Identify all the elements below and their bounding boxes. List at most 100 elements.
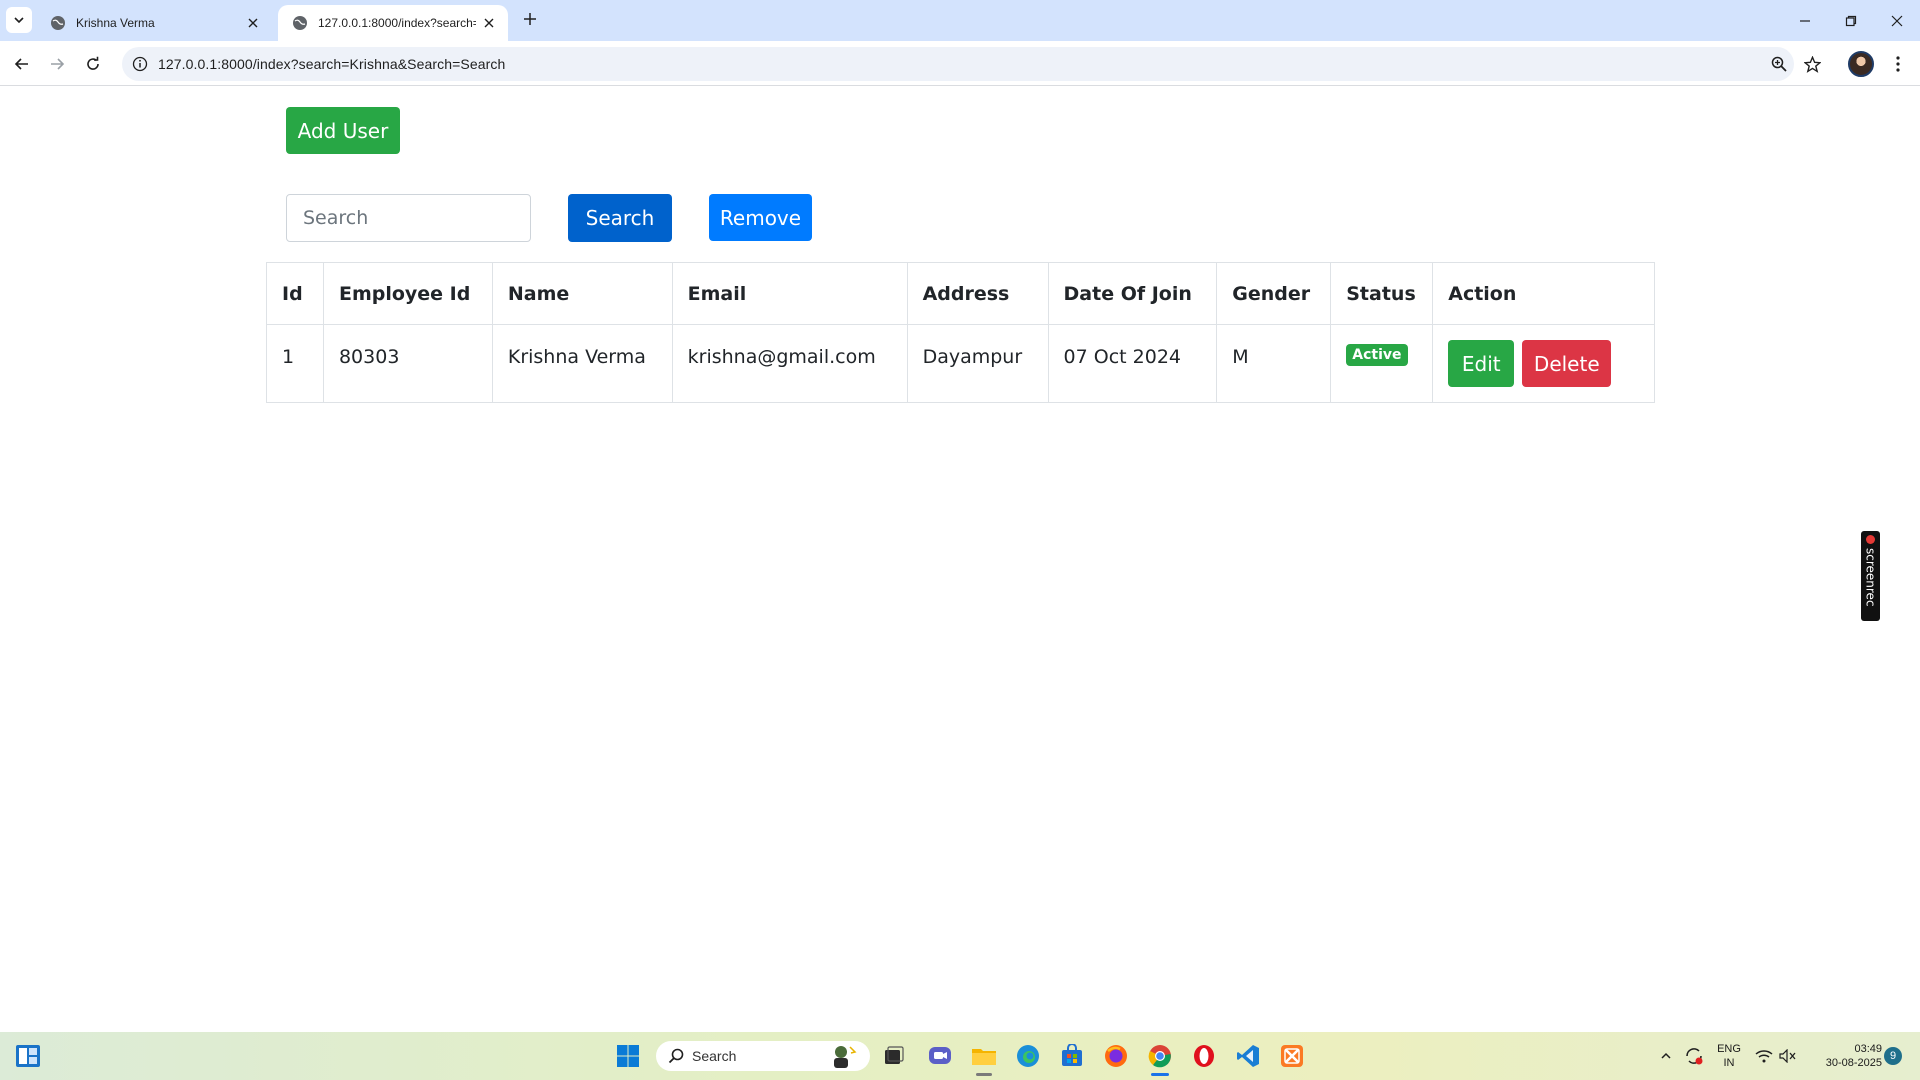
browser-tabstrip: Krishna Verma 127.0.0.1:8000/index?searc… (0, 0, 1920, 41)
file-explorer-button[interactable] (968, 1040, 1000, 1076)
taskbar: Search ENG IN 03:49 30-08-2025 9 (0, 1032, 1920, 1080)
minimize-button[interactable] (1782, 0, 1828, 41)
taskbar-search-label: Search (692, 1048, 737, 1064)
column-header-gender: Gender (1216, 262, 1332, 325)
notification-count-badge[interactable]: 9 (1884, 1047, 1902, 1065)
reload-icon (87, 56, 99, 70)
star-icon (1803, 55, 1821, 73)
column-header-name: Name (491, 262, 673, 325)
column-header-address: Address (906, 262, 1049, 325)
table-header-row: Id Employee Id Name Email Address Date O… (266, 262, 1655, 325)
clock[interactable]: 03:49 30-08-2025 (1808, 1042, 1882, 1070)
zoom-icon (1771, 56, 1787, 72)
tab-index-search[interactable]: 127.0.0.1:8000/index?search=Kri (278, 5, 508, 41)
info-icon[interactable] (132, 56, 148, 72)
reload-button[interactable] (78, 49, 108, 79)
search-highlight-icon (834, 1046, 857, 1068)
opera-icon (1194, 1045, 1214, 1067)
browser-menu-button[interactable] (1886, 49, 1910, 79)
task-view-icon (885, 1046, 904, 1064)
remove-button[interactable]: Remove (709, 194, 812, 241)
zoom-button[interactable] (1764, 49, 1794, 79)
column-header-employee-id: Employee Id (322, 262, 493, 325)
add-user-button[interactable]: Add User (286, 107, 400, 154)
video-chat-icon (929, 1047, 951, 1064)
running-indicator (976, 1073, 992, 1076)
firefox-icon (1105, 1045, 1127, 1067)
cell-address: Dayampur (906, 324, 1049, 403)
volume-button[interactable] (1776, 1040, 1800, 1072)
meet-app-button[interactable] (924, 1040, 956, 1072)
clock-time: 03:49 (1854, 1043, 1882, 1055)
bookmark-button[interactable] (1797, 49, 1827, 79)
cell-email: krishna@gmail.com (671, 324, 908, 403)
tab-close-button[interactable] (480, 14, 498, 32)
vscode-icon (1237, 1045, 1259, 1067)
globe-icon (51, 16, 65, 30)
employee-table: Id Employee Id Name Email Address Date O… (266, 262, 1655, 403)
tray-overflow-button[interactable] (1654, 1040, 1678, 1072)
cell-action: Edit Delete (1432, 324, 1655, 403)
chevron-down-icon (14, 17, 24, 24)
back-button[interactable] (7, 49, 37, 79)
more-vertical-icon (1896, 56, 1900, 72)
column-header-id: Id (266, 262, 324, 325)
wifi-button[interactable] (1752, 1040, 1776, 1072)
profile-avatar[interactable] (1848, 51, 1874, 77)
screenrec-label: screenrec (1863, 548, 1878, 607)
search-icon (668, 1048, 684, 1064)
region-code: IN (1723, 1057, 1735, 1069)
cell-status: Active (1330, 324, 1434, 403)
sync-status-button[interactable] (1680, 1040, 1708, 1072)
edge-button[interactable] (1012, 1040, 1044, 1072)
language-code: ENG (1717, 1043, 1741, 1055)
minimize-icon (1800, 19, 1810, 22)
language-indicator[interactable]: ENG IN (1714, 1042, 1744, 1070)
tab-title: Krishna Verma (76, 16, 155, 30)
cell-date-of-join: 07 Oct 2024 (1047, 324, 1218, 403)
status-badge: Active (1346, 343, 1408, 366)
cell-id: 1 (266, 324, 324, 403)
close-icon (1891, 15, 1903, 26)
store-icon (1062, 1044, 1082, 1066)
table-row: 1 80303 Krishna Verma krishna@gmail.com … (266, 324, 1655, 403)
widgets-button[interactable] (12, 1040, 44, 1072)
close-icon (248, 18, 258, 28)
xampp-button[interactable] (1276, 1040, 1308, 1072)
tab-krishna-verma[interactable]: Krishna Verma (36, 5, 272, 41)
tab-search-button[interactable] (6, 7, 32, 33)
wifi-icon (1755, 1050, 1773, 1063)
delete-button[interactable]: Delete (1522, 340, 1612, 387)
screenrec-widget[interactable]: screenrec (1861, 531, 1880, 621)
vscode-button[interactable] (1232, 1040, 1264, 1072)
new-tab-button[interactable] (520, 9, 540, 29)
restore-button[interactable] (1828, 0, 1874, 41)
store-button[interactable] (1056, 1040, 1088, 1072)
edit-button[interactable]: Edit (1448, 340, 1515, 387)
column-header-action: Action (1432, 262, 1655, 325)
arrow-left-icon (14, 58, 28, 70)
search-button[interactable]: Search (568, 194, 672, 242)
folder-icon (972, 1049, 996, 1065)
address-bar[interactable]: 127.0.0.1:8000/index?search=Krishna&Sear… (122, 47, 1794, 81)
edge-icon (1017, 1045, 1039, 1067)
search-input[interactable] (286, 194, 531, 242)
start-button[interactable] (612, 1040, 644, 1072)
arrow-right-icon (51, 58, 65, 70)
close-window-button[interactable] (1874, 0, 1920, 41)
url-text: 127.0.0.1:8000/index?search=Krishna&Sear… (158, 56, 506, 72)
column-header-status: Status (1330, 262, 1434, 325)
opera-button[interactable] (1188, 1040, 1220, 1072)
widgets-icon (16, 1045, 40, 1067)
restore-icon (1845, 15, 1857, 26)
task-view-button[interactable] (878, 1040, 910, 1072)
taskbar-search[interactable]: Search (656, 1041, 870, 1071)
tab-close-button[interactable] (244, 14, 262, 32)
cell-name: Krishna Verma (491, 324, 673, 403)
firefox-button[interactable] (1100, 1040, 1132, 1072)
close-icon (484, 18, 494, 28)
chrome-button[interactable] (1144, 1040, 1176, 1076)
forward-button[interactable] (42, 49, 72, 79)
column-header-date-of-join: Date Of Join (1047, 262, 1218, 325)
plus-icon (524, 13, 536, 25)
